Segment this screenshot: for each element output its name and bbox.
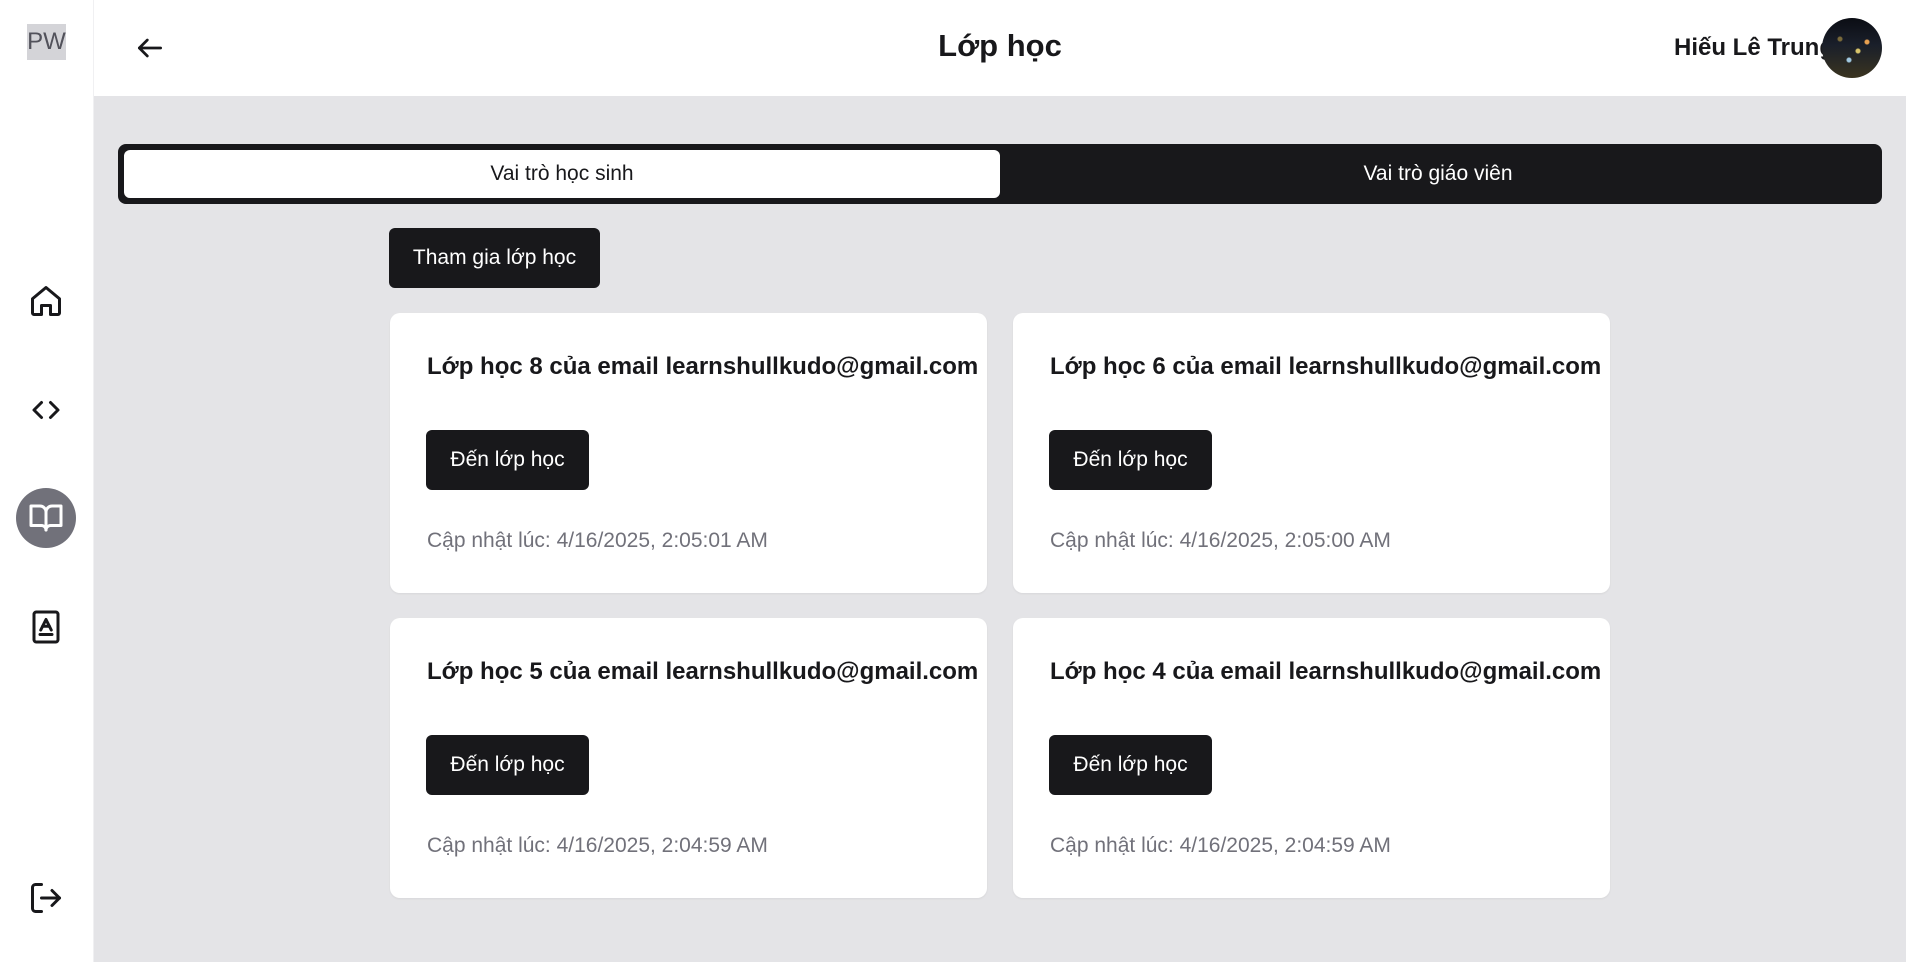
class-updated-at: Cập nhật lúc: 4/16/2025, 2:04:59 AM [1050, 834, 1391, 857]
code-icon [32, 401, 60, 419]
class-title: Lớp học 5 của email learnshullkudo@gmail… [427, 658, 979, 685]
page-title: Lớp học [938, 28, 1062, 63]
top-header: Lớp học Hiếu Lê Trung [94, 0, 1906, 96]
sidebar-item-classes[interactable] [16, 488, 76, 548]
go-to-class-button[interactable]: Đến lớp học [426, 735, 589, 795]
sidebar-item-code[interactable] [16, 380, 76, 440]
avatar[interactable] [1822, 18, 1882, 78]
go-to-class-button[interactable]: Đến lớp học [1049, 735, 1212, 795]
sidebar: PW [0, 0, 94, 962]
go-to-class-button[interactable]: Đến lớp học [1049, 430, 1212, 490]
book-open-icon [29, 504, 63, 532]
role-tabs: Vai trò học sinh Vai trò giáo viên [118, 144, 1882, 204]
class-updated-at: Cập nhật lúc: 4/16/2025, 2:05:00 AM [1050, 529, 1391, 552]
class-title: Lớp học 4 của email learnshullkudo@gmail… [1050, 658, 1602, 685]
class-title: Lớp học 8 của email learnshullkudo@gmail… [427, 353, 979, 380]
tab-teacher-role[interactable]: Vai trò giáo viên [1000, 150, 1876, 198]
class-grid: Lớp học 8 của email learnshullkudo@gmail… [390, 313, 1612, 898]
go-to-class-button[interactable]: Đến lớp học [426, 430, 589, 490]
logout-button[interactable] [16, 868, 76, 928]
tab-student-role[interactable]: Vai trò học sinh [124, 150, 1000, 198]
home-icon [31, 286, 61, 316]
class-card: Lớp học 5 của email learnshullkudo@gmail… [390, 618, 987, 898]
class-updated-at: Cập nhật lúc: 4/16/2025, 2:05:01 AM [427, 529, 768, 552]
logout-icon [31, 883, 61, 913]
sidebar-item-home[interactable] [16, 271, 76, 331]
class-card: Lớp học 4 của email learnshullkudo@gmail… [1013, 618, 1610, 898]
join-class-button[interactable]: Tham gia lớp học [389, 228, 600, 288]
contact-book-icon [32, 610, 60, 644]
app-logo[interactable]: PW [27, 24, 66, 60]
class-updated-at: Cập nhật lúc: 4/16/2025, 2:04:59 AM [427, 834, 768, 857]
class-card: Lớp học 8 của email learnshullkudo@gmail… [390, 313, 987, 593]
class-title: Lớp học 6 của email learnshullkudo@gmail… [1050, 353, 1602, 380]
class-card: Lớp học 6 của email learnshullkudo@gmail… [1013, 313, 1610, 593]
user-name[interactable]: Hiếu Lê Trung [1674, 34, 1834, 62]
sidebar-item-contacts[interactable] [16, 597, 76, 657]
